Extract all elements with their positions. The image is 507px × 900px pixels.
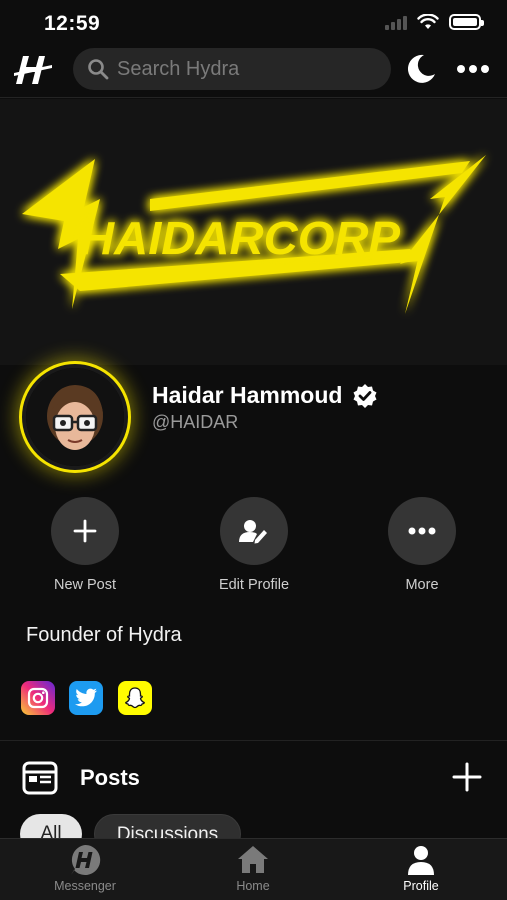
status-icons: [385, 14, 484, 30]
profile-handle: @HAIDAR: [152, 412, 239, 432]
more-button[interactable]: More: [362, 497, 482, 593]
wifi-icon: [417, 14, 439, 29]
section-divider: [0, 740, 507, 741]
banner-logo-text: HAIDARCORP: [80, 212, 400, 264]
top-nav: [0, 44, 507, 98]
more-icon: [408, 527, 436, 535]
avatar-image: [26, 368, 124, 466]
more-circle[interactable]: [388, 497, 456, 565]
search-input[interactable]: [117, 57, 367, 81]
search-icon: [88, 59, 109, 80]
nav-label-messenger: Messenger: [54, 879, 116, 893]
search-bar[interactable]: [73, 48, 391, 90]
signal-icon: [385, 14, 407, 30]
verified-badge-icon: [353, 383, 377, 408]
nav-item-profile[interactable]: Profile: [366, 843, 476, 893]
add-post-icon[interactable]: [452, 762, 482, 792]
haidarcorp-logo: HAIDARCORP: [22, 155, 486, 314]
moon-icon[interactable]: [404, 52, 438, 86]
edit-profile-label: Edit Profile: [218, 577, 290, 593]
twitter-icon[interactable]: [69, 681, 103, 715]
profile-name-row: Haidar Hammoud: [152, 382, 378, 409]
profile-banner: HAIDARCORP: [0, 99, 507, 365]
nav-item-home[interactable]: Home: [198, 843, 308, 893]
avatar[interactable]: [22, 364, 128, 470]
hydra-messenger-icon: [71, 844, 101, 875]
battery-icon: [449, 14, 484, 30]
bottom-nav: Messenger Home Profile: [0, 838, 507, 900]
nav-label-home: Home: [236, 879, 270, 893]
plus-icon: [73, 519, 97, 543]
new-post-circle[interactable]: [51, 497, 119, 565]
status-bar: 12:59: [0, 0, 507, 44]
home-icon: [238, 846, 268, 873]
hydra-logo-icon[interactable]: [14, 50, 54, 90]
edit-profile-button[interactable]: Edit Profile: [194, 497, 314, 593]
status-time: 12:59: [44, 12, 101, 35]
new-post-label: New Post: [53, 577, 117, 593]
new-post-button[interactable]: New Post: [25, 497, 145, 593]
edit-profile-icon: [239, 520, 267, 544]
profile-icon: [408, 846, 434, 875]
more-label: More: [405, 577, 439, 593]
nav-label-profile: Profile: [403, 879, 439, 893]
profile-bio: Founder of Hydra: [26, 624, 182, 646]
more-options-button[interactable]: [454, 54, 492, 84]
posts-title: Posts: [80, 765, 140, 790]
instagram-icon[interactable]: [21, 681, 55, 715]
posts-icon: [22, 761, 58, 795]
edit-profile-circle[interactable]: [220, 497, 288, 565]
profile-name: Haidar Hammoud: [152, 382, 343, 408]
snapchat-icon[interactable]: [118, 681, 152, 715]
nav-item-messenger[interactable]: Messenger: [30, 843, 140, 893]
